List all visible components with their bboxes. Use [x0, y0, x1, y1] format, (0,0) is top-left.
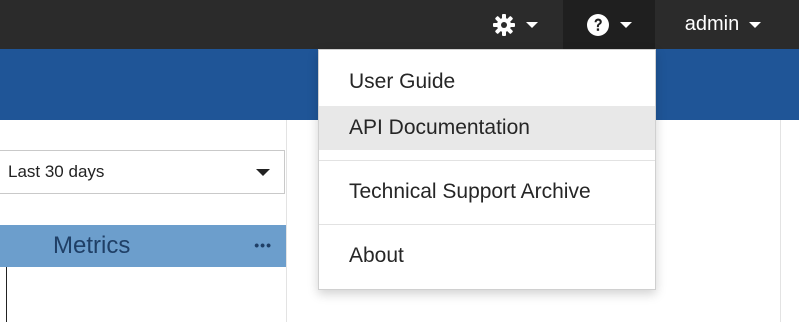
chevron-down-icon	[256, 168, 270, 176]
date-range-value: Last 30 days	[8, 162, 105, 181]
top-navbar: admin	[0, 0, 799, 49]
menu-item-about[interactable]: About	[319, 234, 655, 278]
menu-item-user-guide[interactable]: User Guide	[319, 60, 655, 104]
panel-border	[6, 267, 7, 322]
settings-menu-button[interactable]	[478, 0, 552, 49]
help-menu-button[interactable]	[563, 0, 655, 49]
more-options-icon[interactable]: •••	[254, 237, 272, 253]
username-label: admin	[684, 13, 740, 35]
menu-item-label: API Documentation	[349, 116, 530, 139]
metrics-title: Metrics	[53, 232, 131, 259]
menu-item-label: Technical Support Archive	[349, 180, 591, 203]
menu-item-label: User Guide	[349, 70, 456, 93]
user-menu-button[interactable]: admin	[664, 0, 782, 49]
menu-item-api-documentation[interactable]: API Documentation	[319, 106, 655, 150]
column-divider	[780, 120, 781, 322]
chevron-down-icon	[620, 21, 632, 28]
chevron-down-icon	[526, 21, 538, 28]
left-panel: Last 30 days Metrics •••	[0, 120, 287, 322]
menu-divider	[319, 160, 655, 161]
date-range-select[interactable]: Last 30 days	[0, 150, 285, 194]
help-dropdown-menu: User Guide API Documentation Technical S…	[318, 49, 656, 290]
menu-item-label: About	[349, 244, 404, 267]
menu-divider	[319, 224, 655, 225]
question-circle-icon	[586, 13, 610, 37]
menu-item-technical-support-archive[interactable]: Technical Support Archive	[319, 170, 655, 214]
chevron-down-icon	[749, 21, 762, 28]
gear-icon	[492, 13, 516, 37]
metrics-panel-header: Metrics •••	[0, 225, 286, 267]
